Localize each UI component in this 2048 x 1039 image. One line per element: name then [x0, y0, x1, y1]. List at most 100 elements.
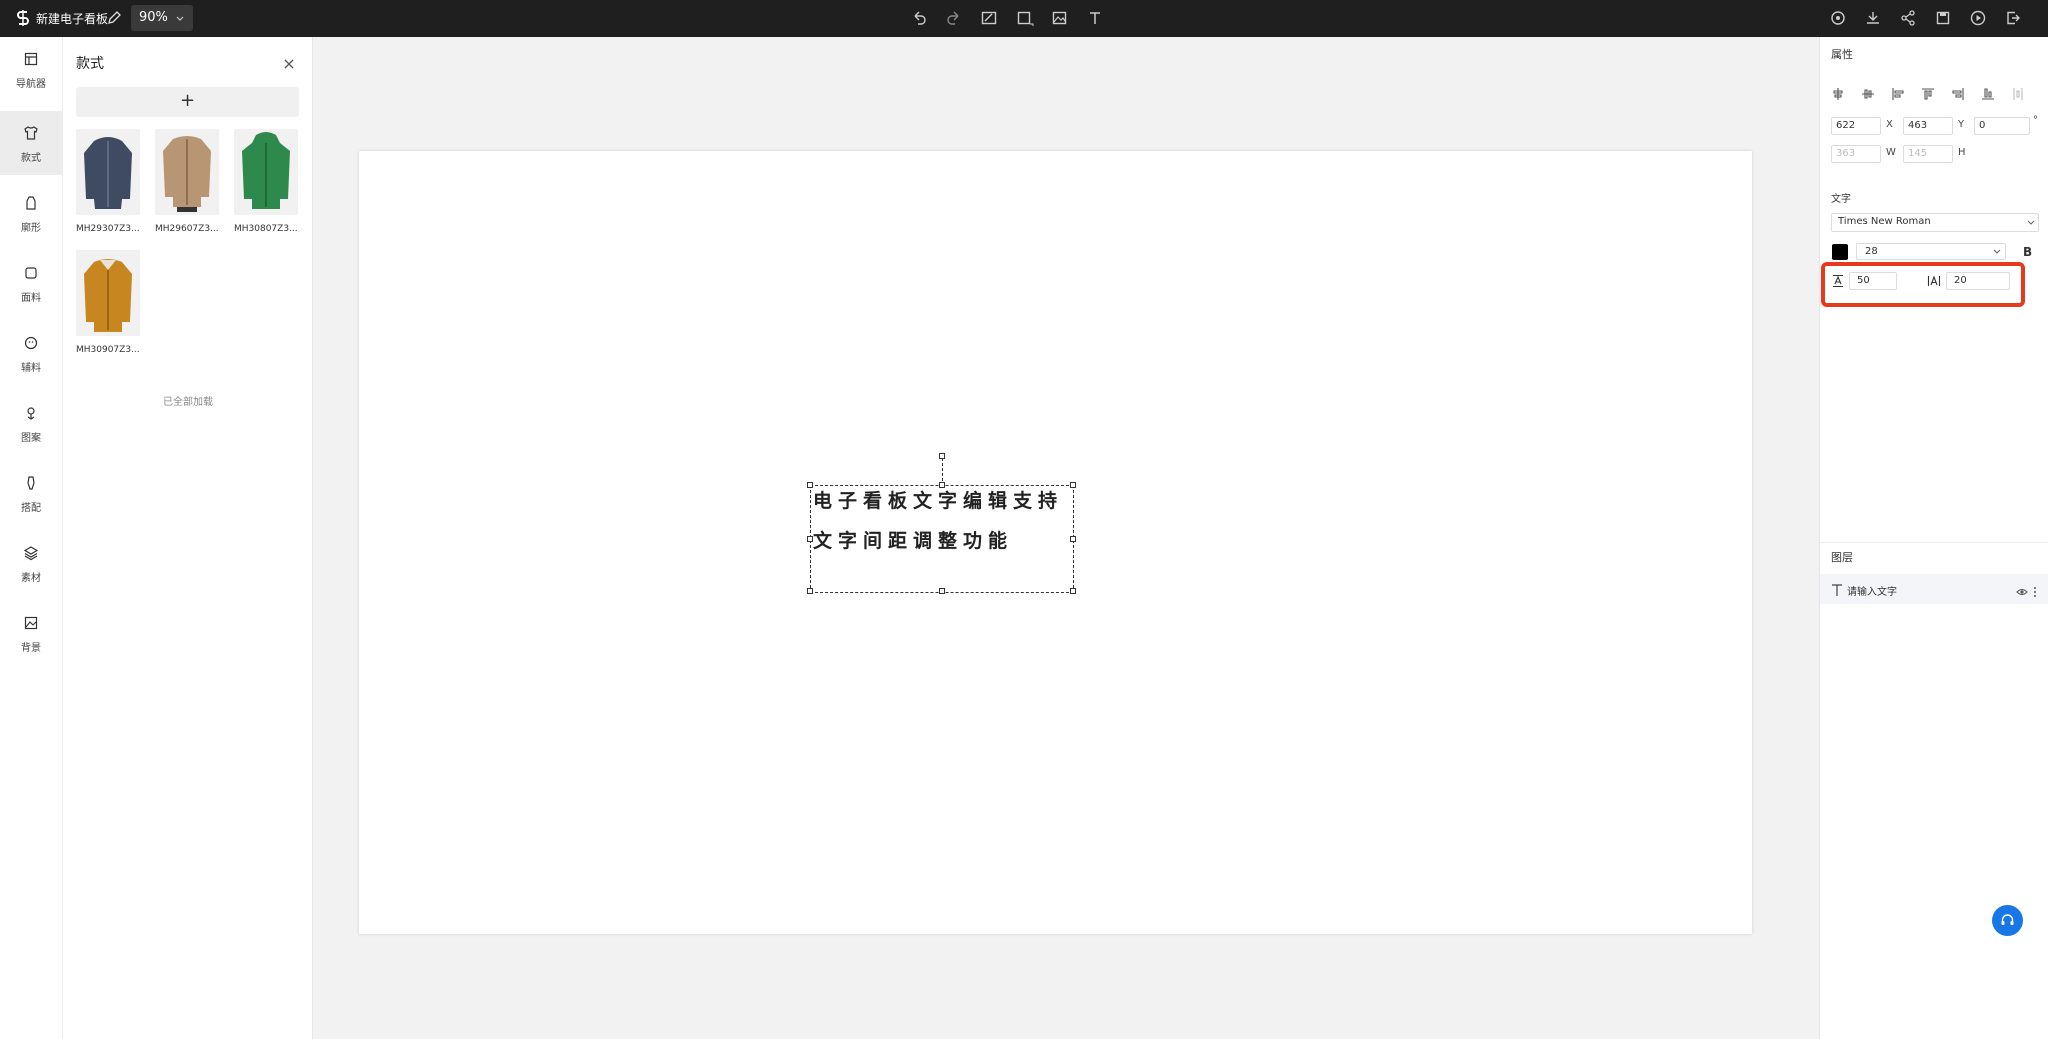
top-bar: 新建电子看板 90%	[0, 0, 2048, 37]
all-loaded-label: 已全部加载	[163, 397, 213, 408]
zoom-value: 90%	[139, 10, 168, 25]
x-label: X	[1886, 119, 1893, 130]
rail-item-pattern[interactable]: 图案	[0, 391, 62, 455]
fabric-icon	[23, 265, 39, 281]
download-icon[interactable]	[1864, 9, 1882, 27]
layer-name: 请输入文字	[1847, 587, 1897, 598]
align-top-icon[interactable]	[1921, 86, 1935, 100]
rail-label: 背景	[21, 643, 41, 654]
shirt-icon	[23, 125, 39, 141]
background-icon	[23, 615, 39, 631]
style-thumbnail[interactable]: MH29607Z3...	[155, 129, 219, 234]
style-thumbnail[interactable]: MH29307Z3...	[76, 129, 140, 234]
rail-item-navigator[interactable]: 导航器	[0, 37, 62, 101]
pattern-icon	[23, 405, 39, 421]
rail-label: 导航器	[16, 79, 46, 90]
text-line: 电子看板文字编辑支持	[813, 490, 1064, 512]
rotate-handle[interactable]	[939, 453, 945, 459]
resize-handle-ne[interactable]	[1070, 482, 1076, 488]
zoom-select[interactable]: 90%	[131, 5, 193, 31]
style-thumbnail[interactable]: MH30807Z3...	[234, 129, 298, 234]
resize-handle-sw[interactable]	[807, 588, 813, 594]
rectangle-icon[interactable]	[1016, 9, 1034, 27]
exit-icon[interactable]	[2004, 9, 2022, 27]
rail-item-fabric[interactable]: 面料	[0, 251, 62, 315]
rail-item-background[interactable]: 背景	[0, 601, 62, 665]
rail-label: 面料	[21, 293, 41, 304]
layers-icon	[23, 545, 39, 561]
resize-handle-s[interactable]	[939, 588, 945, 594]
resize-handle-se[interactable]	[1070, 588, 1076, 594]
align-right-icon[interactable]	[1951, 86, 1965, 100]
align-bottom-icon[interactable]	[1981, 86, 1995, 100]
share-icon[interactable]	[1899, 9, 1917, 27]
rail-item-silhouette[interactable]: 廓形	[0, 181, 62, 245]
chevron-down-icon	[2026, 218, 2036, 228]
spacing-highlight-box	[1821, 262, 2025, 307]
h-label: H	[1958, 147, 1966, 158]
rail-item-accessories[interactable]: 辅料	[0, 321, 62, 385]
text-color-swatch[interactable]	[1832, 244, 1848, 260]
font-family-select[interactable]: Times New Roman	[1831, 213, 2039, 232]
more-menu-icon[interactable]	[2033, 583, 2037, 597]
rename-pencil-icon[interactable]	[106, 10, 122, 26]
rail-label: 廓形	[21, 223, 41, 234]
save-icon[interactable]	[1934, 9, 1952, 27]
rail-item-styles[interactable]: 款式	[0, 111, 62, 175]
resize-handle-e[interactable]	[1070, 536, 1076, 542]
document-title[interactable]: 新建电子看板	[36, 10, 108, 27]
panel-title: 款式	[76, 56, 104, 72]
width-input[interactable]: 363	[1831, 145, 1881, 163]
preview-icon[interactable]	[1829, 9, 1847, 27]
rail-label: 辅料	[21, 363, 41, 374]
x-position-input[interactable]: 622	[1831, 117, 1881, 135]
bold-toggle[interactable]: B	[2023, 245, 2032, 259]
add-style-button[interactable]: +	[76, 87, 299, 117]
styles-panel: 款式 + MH29307Z3... MH29607Z3... MH30807Z3…	[63, 37, 313, 1039]
text-tool-icon[interactable]	[1086, 9, 1104, 27]
text-element[interactable]: 电子看板文字编辑支持 文字间距调整功能	[807, 453, 1076, 594]
garment-image	[76, 129, 140, 215]
headset-icon	[2001, 914, 2014, 925]
w-label: W	[1886, 147, 1896, 158]
align-center-horizontal-icon[interactable]	[1831, 86, 1845, 100]
align-left-icon[interactable]	[1891, 86, 1905, 100]
align-center-vertical-icon[interactable]	[1861, 86, 1875, 100]
rail-item-outfit[interactable]: 搭配	[0, 461, 62, 525]
font-family-value: Times New Roman	[1838, 216, 1931, 227]
logo-icon	[13, 8, 33, 28]
layer-item[interactable]: 请输入文字	[1820, 574, 2048, 604]
navigator-icon	[23, 51, 39, 67]
layers-title: 图层	[1831, 551, 1853, 564]
undo-icon[interactable]	[910, 9, 928, 27]
style-code: MH29307Z3...	[76, 224, 140, 234]
redo-icon[interactable]	[945, 9, 963, 27]
layers-divider	[1820, 542, 2048, 543]
customer-service-button[interactable]	[1992, 905, 2023, 936]
height-input[interactable]: 145	[1903, 145, 1953, 163]
properties-panel: 属性 622 X 463 Y 0 ° 363 W 145 H 文字 Times …	[1819, 37, 2048, 1039]
y-label: Y	[1958, 119, 1965, 130]
style-thumbnail[interactable]: MH30907Z3...	[76, 250, 140, 355]
play-icon[interactable]	[1969, 9, 1987, 27]
degree-label: °	[2033, 115, 2038, 126]
board-canvas[interactable]: 电子看板文字编辑支持 文字间距调整功能	[359, 151, 1752, 934]
image-edit-icon[interactable]	[980, 9, 998, 27]
garment-image	[155, 129, 219, 215]
distribute-icon[interactable]	[2011, 86, 2025, 100]
chevron-down-icon	[1992, 247, 2002, 257]
chevron-down-icon	[175, 13, 185, 23]
text-section-title: 文字	[1831, 194, 1851, 205]
left-rail: 导航器 款式 廓形 面料 辅料 图案 搭配 素材 背景	[0, 37, 63, 1039]
picture-icon[interactable]	[1051, 9, 1069, 27]
silhouette-icon	[23, 195, 39, 211]
rotation-input[interactable]: 0	[1974, 117, 2030, 135]
font-size-value: 28	[1865, 246, 1878, 257]
font-size-select[interactable]: 28	[1856, 243, 2006, 260]
style-code: MH30907Z3...	[76, 345, 140, 355]
rail-item-materials[interactable]: 素材	[0, 531, 62, 595]
close-icon[interactable]	[283, 55, 295, 69]
y-position-input[interactable]: 463	[1903, 117, 1953, 135]
rail-label: 素材	[21, 573, 41, 584]
visibility-eye-icon[interactable]	[2016, 583, 2028, 595]
